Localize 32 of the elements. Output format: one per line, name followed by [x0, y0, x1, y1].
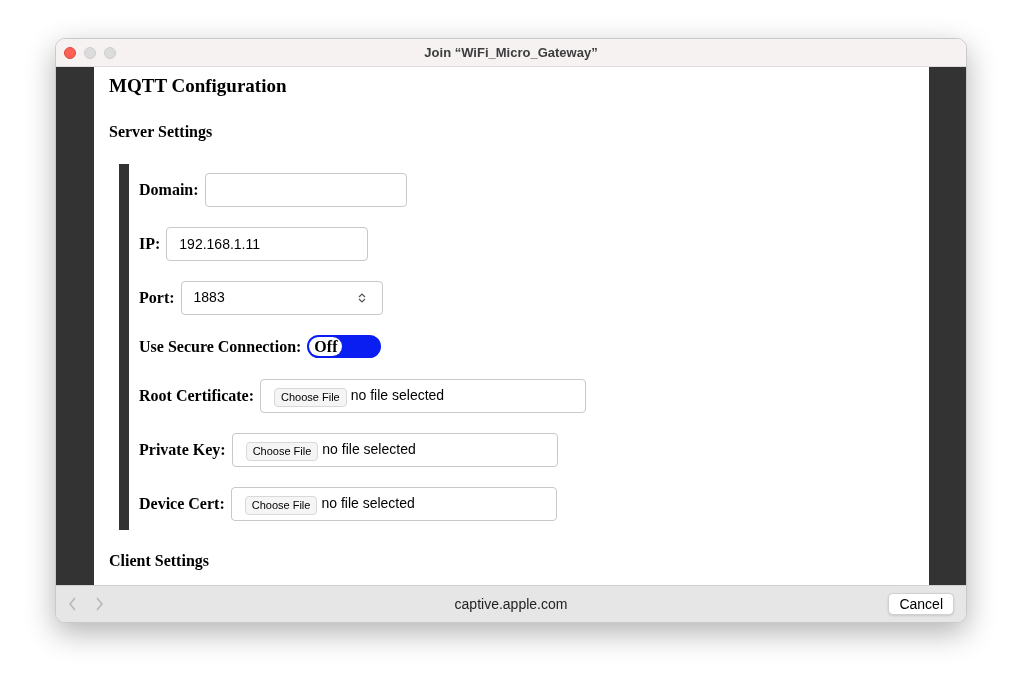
- toggle-switch[interactable]: Off: [307, 335, 382, 358]
- section-heading: Client Settings: [109, 550, 210, 572]
- field-label: Device Cert:: [139, 493, 225, 514]
- back-icon[interactable]: [68, 597, 78, 611]
- zoom-icon[interactable]: [104, 46, 116, 59]
- file-status: no file selected: [350, 386, 445, 405]
- field-label: IP:: [139, 233, 161, 254]
- file-field[interactable]: Choose File no file selected: [231, 432, 558, 467]
- page-url: captive.apple.com: [454, 594, 568, 614]
- field-label: Port:: [139, 287, 175, 308]
- window-title: Join “WiFi_Micro_Gateway”: [424, 43, 598, 62]
- number-field[interactable]: 1883: [180, 280, 383, 315]
- choose-file-button[interactable]: Choose File: [245, 442, 319, 461]
- field-label: Use Secure Connection:: [139, 336, 302, 357]
- file-field[interactable]: Choose File no file selected: [260, 378, 587, 413]
- field-label: Root Certificate:: [139, 385, 255, 406]
- minimize-icon[interactable]: [84, 46, 96, 59]
- forward-icon[interactable]: [94, 597, 104, 611]
- close-icon[interactable]: [64, 46, 76, 59]
- file-status: no file selected: [322, 440, 416, 459]
- text-field[interactable]: [204, 172, 407, 207]
- field-label: Private Key:: [139, 439, 226, 461]
- stepper-icon[interactable]: [357, 291, 366, 304]
- cancel-button[interactable]: Cancel: [888, 593, 954, 615]
- file-field[interactable]: Choose File no file selected: [230, 486, 557, 521]
- choose-file-button[interactable]: Choose File: [244, 496, 318, 515]
- page-heading: MQTT Configuration: [109, 74, 288, 98]
- text-field[interactable]: 192.168.1.11: [166, 226, 369, 261]
- section-heading: Server Settings: [109, 121, 214, 143]
- choose-file-button[interactable]: Choose File: [274, 388, 347, 407]
- field-label: Domain:: [139, 179, 199, 200]
- file-status: no file selected: [321, 494, 415, 513]
